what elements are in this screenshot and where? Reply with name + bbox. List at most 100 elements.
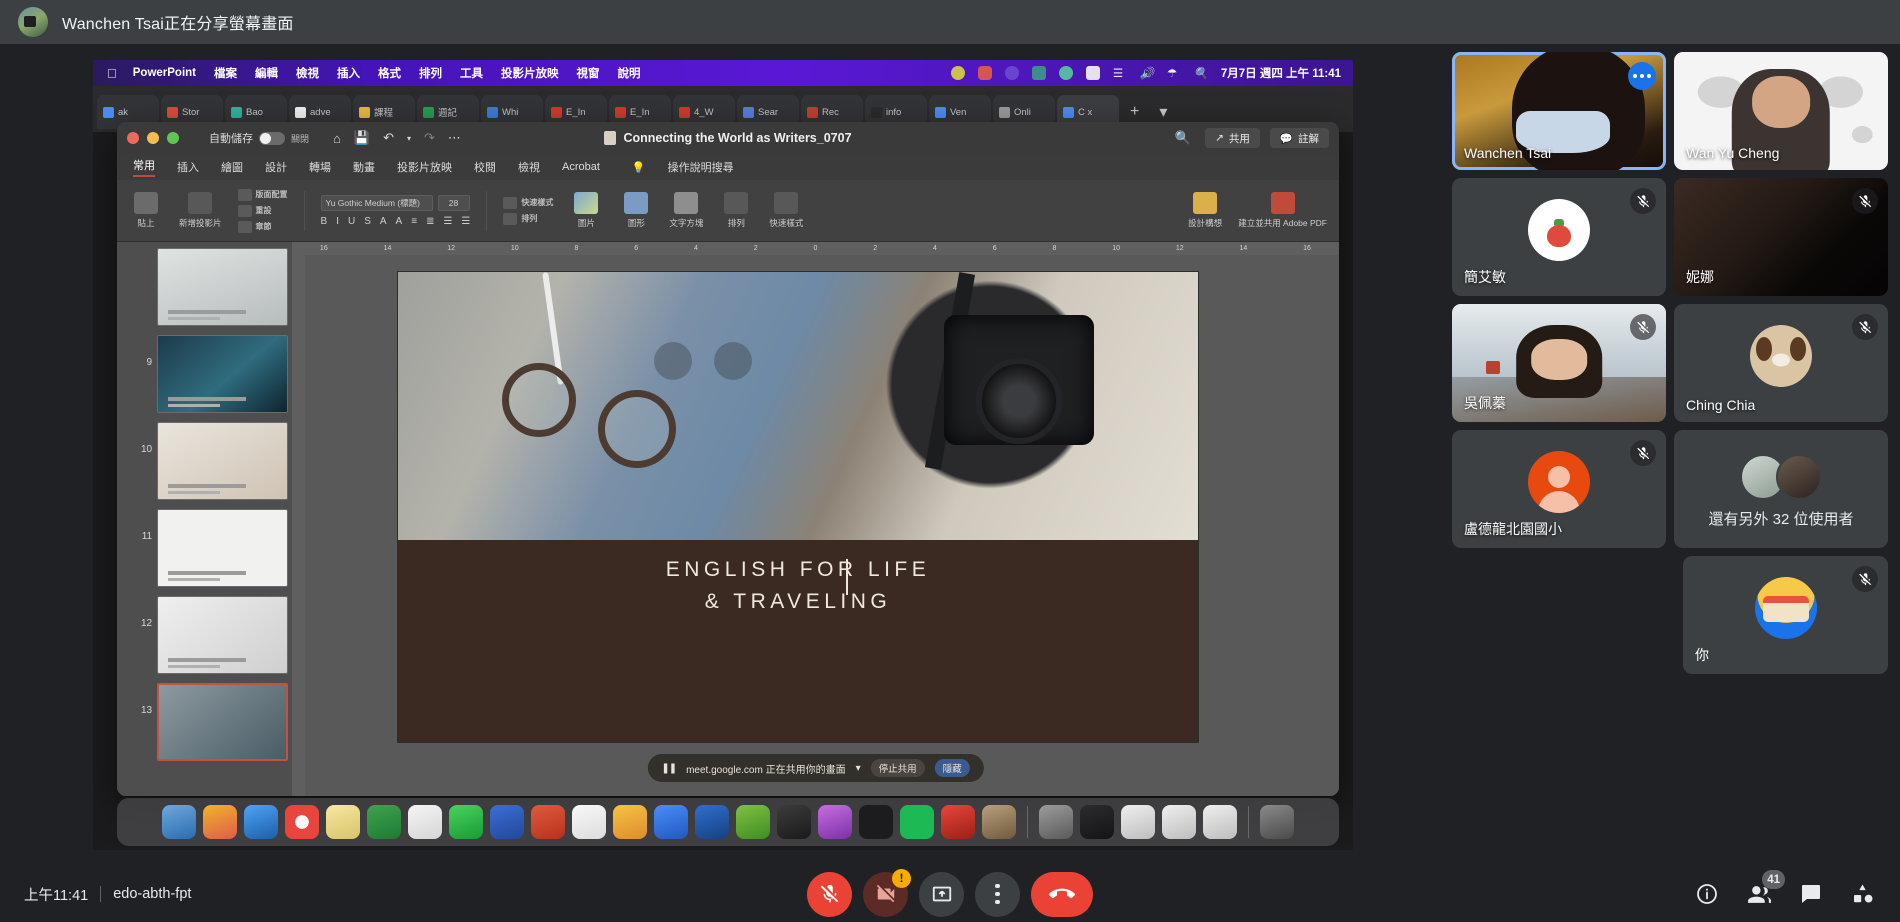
volume-icon[interactable]: 🔊	[1140, 66, 1154, 80]
quick-access-toolbar[interactable]: ⌂ 💾 ↶ ▾ ↷ ⋯	[333, 130, 461, 146]
dock-recent-app-icon[interactable]	[1203, 805, 1237, 839]
stop-sharing-button[interactable]: 停止共用	[870, 759, 925, 777]
slide-thumbnail[interactable]	[157, 248, 288, 326]
maximize-window-button[interactable]	[167, 132, 179, 144]
dock-word-icon[interactable]	[490, 805, 524, 839]
powerpoint-window[interactable]: 自動儲存 關閉 ⌂ 💾 ↶ ▾ ↷ ⋯ 🔍 ↗ 共用 💬 註解 Connecti…	[117, 122, 1339, 796]
undo-icon[interactable]: ↶	[383, 130, 394, 146]
menu-item-powerpoint[interactable]: PowerPoint	[133, 67, 196, 79]
share-button[interactable]: ↗ 共用	[1205, 128, 1260, 148]
ribbon-button-shape[interactable]: 圖形	[619, 192, 653, 229]
ribbon-tab-insert[interactable]: 插入	[177, 159, 199, 175]
dock-notes-icon[interactable]	[326, 805, 360, 839]
slide-layout-group[interactable]: 版面配置 重設 章節	[237, 188, 288, 233]
dock-spotify-icon[interactable]	[900, 805, 934, 839]
paragraph-group[interactable]: 快速樣式 排列	[503, 196, 553, 225]
ribbon-button-reset[interactable]: 重設	[237, 204, 288, 217]
ribbon-button-quick-styles[interactable]: 快速樣式	[769, 192, 803, 229]
participant-tile-wu-pei-jen[interactable]: 吳佩蓁	[1452, 304, 1666, 422]
home-icon[interactable]: ⌂	[333, 131, 341, 146]
slide-thumbnail-item[interactable]: 9	[139, 335, 288, 413]
mute-icon[interactable]	[714, 341, 752, 380]
slide-title-textbox[interactable]: ENGLISH FOR LIFE & TRAVELING	[398, 554, 1198, 617]
dock-recent-app-icon[interactable]	[1121, 805, 1155, 839]
people-icon[interactable]: 41	[1746, 870, 1785, 907]
slide-thumbnail-item-selected[interactable]: 13 ★	[139, 683, 288, 761]
autosave-switch[interactable]	[259, 131, 285, 145]
font-name-input[interactable]: Yu Gothic Medium (標題)	[320, 194, 433, 211]
slide-thumbnail[interactable]	[157, 509, 288, 587]
ribbon-tab-slideshow[interactable]: 投影片放映	[397, 159, 452, 175]
slide-thumbnail-item[interactable]: 10	[139, 422, 288, 500]
hide-banner-button[interactable]: 隱藏	[934, 759, 970, 777]
dock-finder-icon[interactable]	[162, 805, 196, 839]
dock-reminders-icon[interactable]	[613, 805, 647, 839]
ribbon-button-shape-fill[interactable]: 快速樣式	[503, 196, 553, 209]
slide-thumbnail-item[interactable]: 12	[139, 596, 288, 674]
participant-tile-more-users[interactable]: 還有另外 32 位使用者	[1674, 430, 1888, 548]
shared-screen[interactable]:  PowerPoint 檔案 編輯 檢視 插入 格式 排列 工具 投影片放映 …	[93, 60, 1353, 850]
meeting-details-icon[interactable]	[1694, 881, 1720, 907]
self-view-tile[interactable]: 你	[1683, 556, 1888, 674]
dock-launchpad-icon[interactable]	[203, 805, 237, 839]
participant-tile-lu-de-long[interactable]: 盧德龍北園國小	[1452, 430, 1666, 548]
wifi-icon[interactable]: ☂	[1167, 66, 1181, 80]
video-playback-overlay[interactable]	[654, 341, 752, 380]
menu-item-help[interactable]: 說明	[618, 65, 641, 81]
mac-clock[interactable]: 7月7日 週四 上午 11:41	[1221, 65, 1341, 81]
ribbon-tab-transitions[interactable]: 轉場	[309, 159, 331, 175]
slide-image[interactable]	[398, 272, 1198, 540]
meeting-code[interactable]: edo-abth-fpt	[113, 886, 191, 902]
window-traffic-lights[interactable]	[127, 132, 179, 144]
comments-button[interactable]: 💬 註解	[1269, 128, 1329, 148]
status-icon-sync[interactable]	[1031, 66, 1046, 80]
dock-recent-app-icon[interactable]	[1039, 805, 1073, 839]
tell-me-bulb-icon[interactable]: 💡	[632, 161, 646, 174]
status-icon-app[interactable]	[1004, 66, 1019, 80]
status-icon-recorder[interactable]	[977, 66, 992, 80]
ribbon[interactable]: 貼上 新增投影片 版面配置 重設 章節 Yu Gothic Medium (標題…	[117, 180, 1339, 242]
font-size-input[interactable]: 28	[437, 194, 470, 211]
mac-status-icons[interactable]: ☰ 🔊 ☂ 🔍 7月7日 週四 上午 11:41	[950, 65, 1353, 81]
chat-icon[interactable]	[1798, 881, 1824, 907]
pause-icon[interactable]: ❚❚	[661, 763, 677, 774]
menu-item-insert[interactable]: 插入	[337, 65, 360, 81]
bold-icon[interactable]: B	[321, 216, 328, 227]
search-icon[interactable]: 🔍	[1194, 66, 1208, 80]
slide-thumbnail-item[interactable]	[139, 248, 288, 326]
slide-thumbnail-selected[interactable]: ★	[157, 683, 288, 761]
tell-me-search[interactable]: 操作說明搜尋	[668, 159, 734, 175]
powerpoint-title-bar[interactable]: 自動儲存 關閉 ⌂ 💾 ↶ ▾ ↷ ⋯ 🔍 ↗ 共用 💬 註解 Connecti…	[117, 122, 1339, 154]
menu-item-tools[interactable]: 工具	[460, 65, 483, 81]
bluetooth-icon[interactable]: ☰	[1113, 66, 1127, 80]
dock-books-icon[interactable]	[982, 805, 1016, 839]
dock-facetime-icon[interactable]	[449, 805, 483, 839]
minimize-window-button[interactable]	[147, 132, 159, 144]
autosave-toggle[interactable]: 自動儲存 關閉	[209, 130, 309, 146]
save-icon[interactable]: 💾	[354, 130, 370, 146]
mac-dock[interactable]	[117, 798, 1339, 846]
ribbon-button-adobe-pdf[interactable]: 建立並共用 Adobe PDF	[1238, 192, 1327, 229]
dock-safari-icon[interactable]	[244, 805, 278, 839]
font-group[interactable]: Yu Gothic Medium (標題) 28 B I U S A A ≡ ≣	[320, 194, 470, 227]
text-shadow-icon[interactable]: A	[380, 216, 387, 227]
participant-tile-wan-yu-cheng[interactable]: Wan Yu Cheng	[1674, 52, 1888, 170]
dock-chrome-icon[interactable]	[285, 805, 319, 839]
ribbon-button-designer[interactable]: 設計構想	[1188, 192, 1222, 229]
ribbon-tab-acrobat[interactable]: Acrobat	[562, 161, 600, 173]
menu-item-view[interactable]: 檢視	[296, 65, 319, 81]
ribbon-tab-animations[interactable]: 動畫	[353, 159, 375, 175]
play-icon[interactable]	[654, 341, 692, 380]
ribbon-button-new-slide[interactable]: 新增投影片	[179, 192, 222, 229]
search-icon[interactable]: 🔍	[1175, 130, 1191, 146]
slide-thumbnail-item[interactable]: 11	[139, 509, 288, 587]
chrome-share-banner[interactable]: ❚❚ meet.google.com 正在共用你的畫面 ▾ 停止共用 隱藏	[647, 754, 984, 782]
italic-icon[interactable]: I	[336, 216, 339, 227]
dock-recent-app-icon[interactable]	[1080, 805, 1114, 839]
dock-appletv-icon[interactable]	[859, 805, 893, 839]
numbered-list-icon[interactable]: ≣	[426, 216, 434, 227]
tile-more-options-button[interactable]	[1628, 62, 1656, 90]
menu-item-window[interactable]: 視窗	[577, 65, 600, 81]
status-icon-input-source[interactable]	[1085, 66, 1100, 80]
dock-trash-icon[interactable]	[1260, 805, 1294, 839]
